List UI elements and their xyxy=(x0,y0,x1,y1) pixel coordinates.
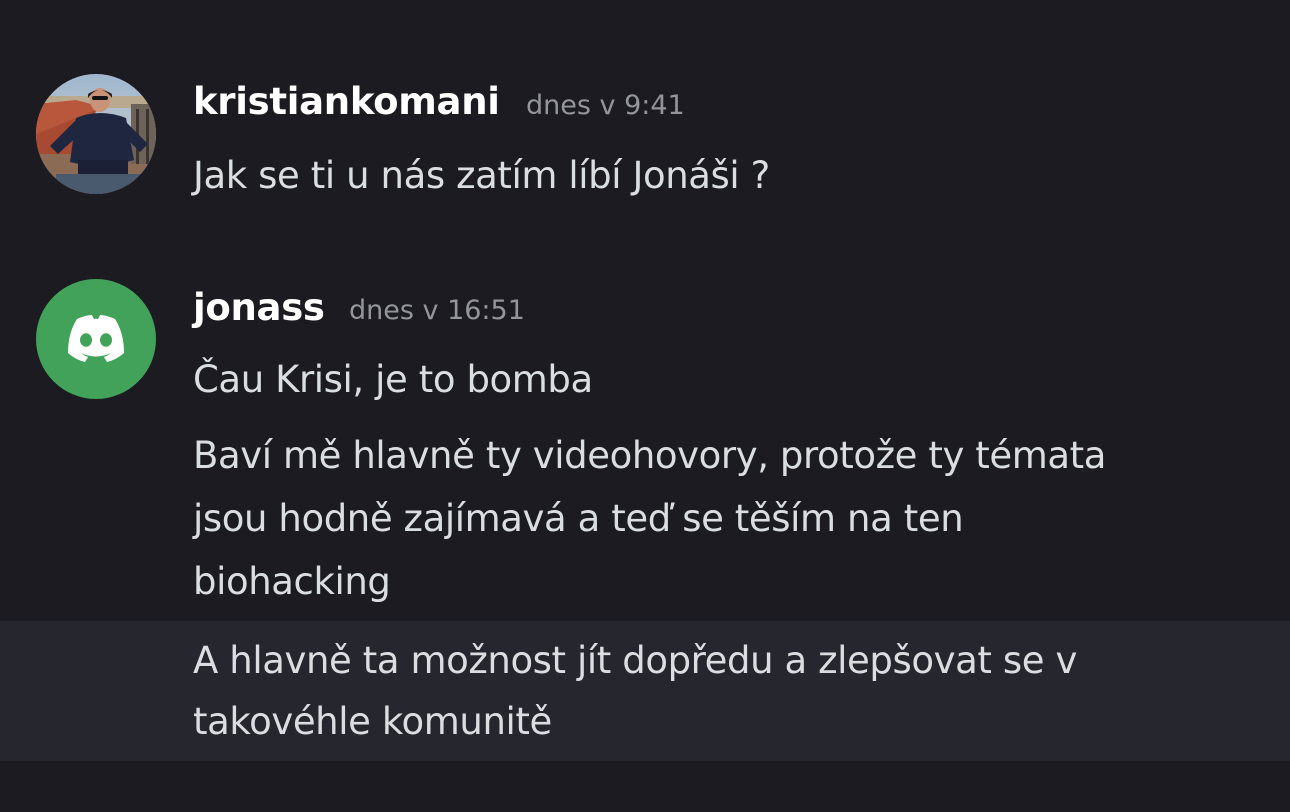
avatar[interactable] xyxy=(36,74,156,194)
message-text: A hlavně ta možnost jít dopředu a zlepšo… xyxy=(193,639,1077,682)
message-text: biohacking xyxy=(193,560,391,603)
message-text: jsou hodně zajímavá a teď se těším na te… xyxy=(193,497,964,540)
message-text: takovéhle komunitě xyxy=(193,700,552,743)
chat-message-list: kristiankomani dnes v 9:41 Jak se ti u n… xyxy=(0,0,1290,812)
discord-logo-icon xyxy=(68,315,124,362)
message-timestamp: dnes v 9:41 xyxy=(526,90,685,121)
message-author[interactable]: kristiankomani xyxy=(193,80,500,123)
message-text: Baví mě hlavně ty videohovory, protože t… xyxy=(193,434,1107,477)
message-timestamp: dnes v 16:51 xyxy=(349,295,525,326)
user-photo-avatar xyxy=(36,74,156,194)
message-text: Jak se ti u nás zatím líbí Jonáši ? xyxy=(193,154,770,197)
avatar[interactable] xyxy=(36,279,156,399)
message-author[interactable]: jonass xyxy=(193,286,325,329)
message-text: Čau Krisi, je to bomba xyxy=(193,358,593,401)
